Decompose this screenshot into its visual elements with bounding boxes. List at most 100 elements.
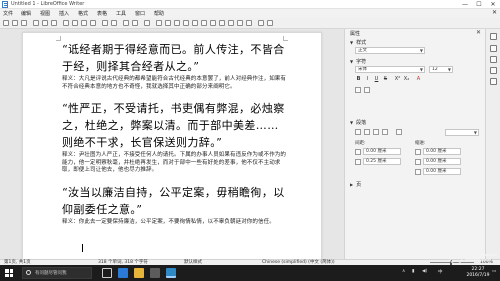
character-spacing-icon[interactable] — [355, 87, 361, 93]
insert-page-break-icon[interactable] — [192, 20, 198, 26]
sidebar-menu-icon[interactable] — [490, 33, 497, 40]
first-line-indent-input[interactable]: 0.00 厘米 — [423, 168, 461, 175]
indent-after-input[interactable]: 0.00 厘米 — [423, 158, 461, 165]
menu-bar: 文件 编辑 视图 插入 格式 表格 工具 窗口 帮助 ✕ — [0, 9, 500, 18]
underline-button[interactable]: U — [373, 76, 380, 83]
spacing-above-input[interactable]: 0.00 厘米 — [363, 148, 401, 155]
clone-formatting-icon[interactable] — [90, 20, 96, 26]
new-document-icon[interactable] — [3, 20, 9, 26]
explanation-paragraph-1[interactable]: 释义：大凡是评说古代经典的都希望能符合古代经典的本意罢了，前人对经典作注，如果有… — [62, 76, 286, 91]
cut-icon[interactable] — [63, 20, 69, 26]
superscript-button[interactable]: X² — [394, 76, 401, 83]
menu-view[interactable]: 视图 — [40, 10, 50, 17]
notifications-icon[interactable]: ▭ — [492, 269, 496, 274]
undo-icon[interactable] — [102, 20, 108, 26]
menu-file[interactable]: 文件 — [3, 10, 13, 17]
network-icon[interactable]: ▮ — [412, 269, 414, 274]
ime-indicator[interactable]: 中 — [438, 269, 443, 275]
task-view-icon[interactable] — [102, 268, 112, 278]
styles-deck-icon[interactable] — [490, 56, 497, 63]
footnote-icon[interactable] — [228, 20, 234, 26]
paste-icon[interactable] — [81, 20, 87, 26]
font-size-select[interactable]: 12 ▼ — [429, 66, 453, 73]
track-changes-icon[interactable] — [246, 20, 252, 26]
menu-help[interactable]: 帮助 — [154, 10, 164, 17]
italic-button[interactable]: I — [364, 76, 371, 83]
explanation-paragraph-3[interactable]: 释义：你此去一定要保持廉洁，公平定案，不要徇情私情，以不辜负朝廷对你的信任。 — [62, 219, 286, 227]
align-right-icon[interactable] — [373, 129, 379, 135]
edge-browser-icon[interactable] — [118, 268, 128, 278]
insert-field-icon[interactable] — [201, 20, 207, 26]
sidebar-close-button[interactable]: ✕ — [476, 29, 481, 36]
insert-table-icon[interactable] — [156, 20, 162, 26]
page-section-header[interactable]: ▶ 页 — [350, 181, 361, 188]
spellcheck-icon[interactable] — [132, 20, 138, 26]
insert-textbox-icon[interactable] — [183, 20, 189, 26]
indent-before-input[interactable]: 0.00 厘米 — [423, 148, 461, 155]
navigator-deck-icon[interactable] — [490, 78, 497, 85]
page-section-label: 页 — [356, 182, 362, 188]
gallery-deck-icon[interactable] — [490, 67, 497, 74]
font-color-button[interactable]: A — [415, 76, 422, 83]
style-section-header[interactable]: ▼ 样式 — [350, 39, 366, 46]
menu-format[interactable]: 格式 — [78, 10, 88, 17]
bold-button[interactable]: B — [355, 76, 362, 83]
maximize-button[interactable]: ☐ — [472, 0, 486, 9]
align-left-icon[interactable] — [355, 129, 361, 135]
copy-icon[interactable] — [72, 20, 78, 26]
document-page[interactable]: “诋经者期于得经意而已。前人传注，不皆合于经，则择其合经者从之。” 释义：大凡是… — [22, 32, 322, 259]
menu-edit[interactable]: 编辑 — [21, 10, 31, 17]
insert-image-icon[interactable] — [165, 20, 171, 26]
export-pdf-icon[interactable] — [33, 20, 39, 26]
quote-paragraph-2[interactable]: “性严正，不受请托，书吏偶有弊混，必烛察之，杜绝之，弊案以清。而于部中美差……则… — [62, 100, 286, 151]
sidebar-deck-tabbar — [485, 29, 500, 259]
paragraph-background-color-select[interactable]: ▼ — [445, 129, 479, 136]
taskbar-clock[interactable]: 22:27 2016/7/19 — [466, 267, 490, 279]
subscript-button[interactable]: X₂ — [403, 76, 410, 83]
taskbar-search-box[interactable]: 有问题尽管问我 — [22, 267, 92, 279]
find-replace-icon[interactable] — [123, 20, 129, 26]
windows-start-icon[interactable] — [5, 269, 13, 277]
save-icon[interactable] — [21, 20, 27, 26]
close-document-button[interactable]: ✕ — [492, 9, 497, 16]
paragraph-background-icon[interactable] — [396, 129, 402, 135]
quote-paragraph-1[interactable]: “诋经者期于得经意而已。前人传注，不皆合于经，则择其合经者从之。” — [62, 41, 286, 75]
collapse-arrow-icon: ▼ — [350, 40, 354, 45]
clock-date: 2016/7/19 — [466, 273, 490, 278]
paragraph-section-header[interactable]: ▼ 段落 — [350, 119, 366, 126]
character-section-header[interactable]: ▼ 字符 — [350, 58, 366, 65]
menu-tools[interactable]: 工具 — [116, 10, 126, 17]
hyperlink-icon[interactable] — [219, 20, 225, 26]
comment-icon[interactable] — [237, 20, 243, 26]
line-icon[interactable] — [258, 20, 264, 26]
insert-chart-icon[interactable] — [174, 20, 180, 26]
formatting-marks-icon[interactable] — [144, 20, 150, 26]
close-window-button[interactable]: ✕ — [486, 0, 500, 9]
print-icon[interactable] — [42, 20, 48, 26]
menu-window[interactable]: 窗口 — [135, 10, 145, 17]
minimize-button[interactable]: — — [458, 0, 472, 9]
redo-icon[interactable] — [111, 20, 117, 26]
quote-paragraph-3[interactable]: “汝当以廉洁自持，公平定案，毋稍瞻徇，以仰副委任之意。” — [62, 184, 286, 218]
strikethrough-button[interactable]: S — [382, 76, 389, 83]
align-center-icon[interactable] — [364, 129, 370, 135]
libreoffice-writer-taskbar-icon[interactable] — [166, 268, 176, 278]
tray-chevron-icon[interactable]: ∧ — [402, 269, 405, 274]
menu-table[interactable]: 表格 — [97, 10, 107, 17]
menu-insert[interactable]: 插入 — [59, 10, 69, 17]
explanation-paragraph-2[interactable]: 释义：尹壮图为人严正，不接受任何人的请托。下属的办事人员如果有违反作为或不作为的… — [62, 152, 286, 175]
align-justify-icon[interactable] — [382, 129, 388, 135]
document-body[interactable]: “诋经者期于得经意而已。前人传注，不皆合于经，则择其合经者从之。” 释义：大凡是… — [62, 41, 286, 235]
print-preview-icon[interactable] — [51, 20, 57, 26]
file-explorer-icon[interactable] — [134, 268, 144, 278]
basic-shapes-icon[interactable] — [267, 20, 273, 26]
volume-icon[interactable]: ◀) — [422, 269, 427, 274]
properties-deck-icon[interactable] — [490, 45, 497, 52]
highlight-color-icon[interactable] — [364, 87, 370, 93]
font-name-select[interactable]: 宋体 ▼ — [355, 66, 425, 73]
store-icon[interactable] — [150, 268, 160, 278]
paragraph-style-select[interactable]: 正文 ▼ — [355, 47, 425, 54]
special-character-icon[interactable] — [210, 20, 216, 26]
open-icon[interactable] — [12, 20, 18, 26]
spacing-below-input[interactable]: 0.25 厘米 — [363, 158, 401, 165]
